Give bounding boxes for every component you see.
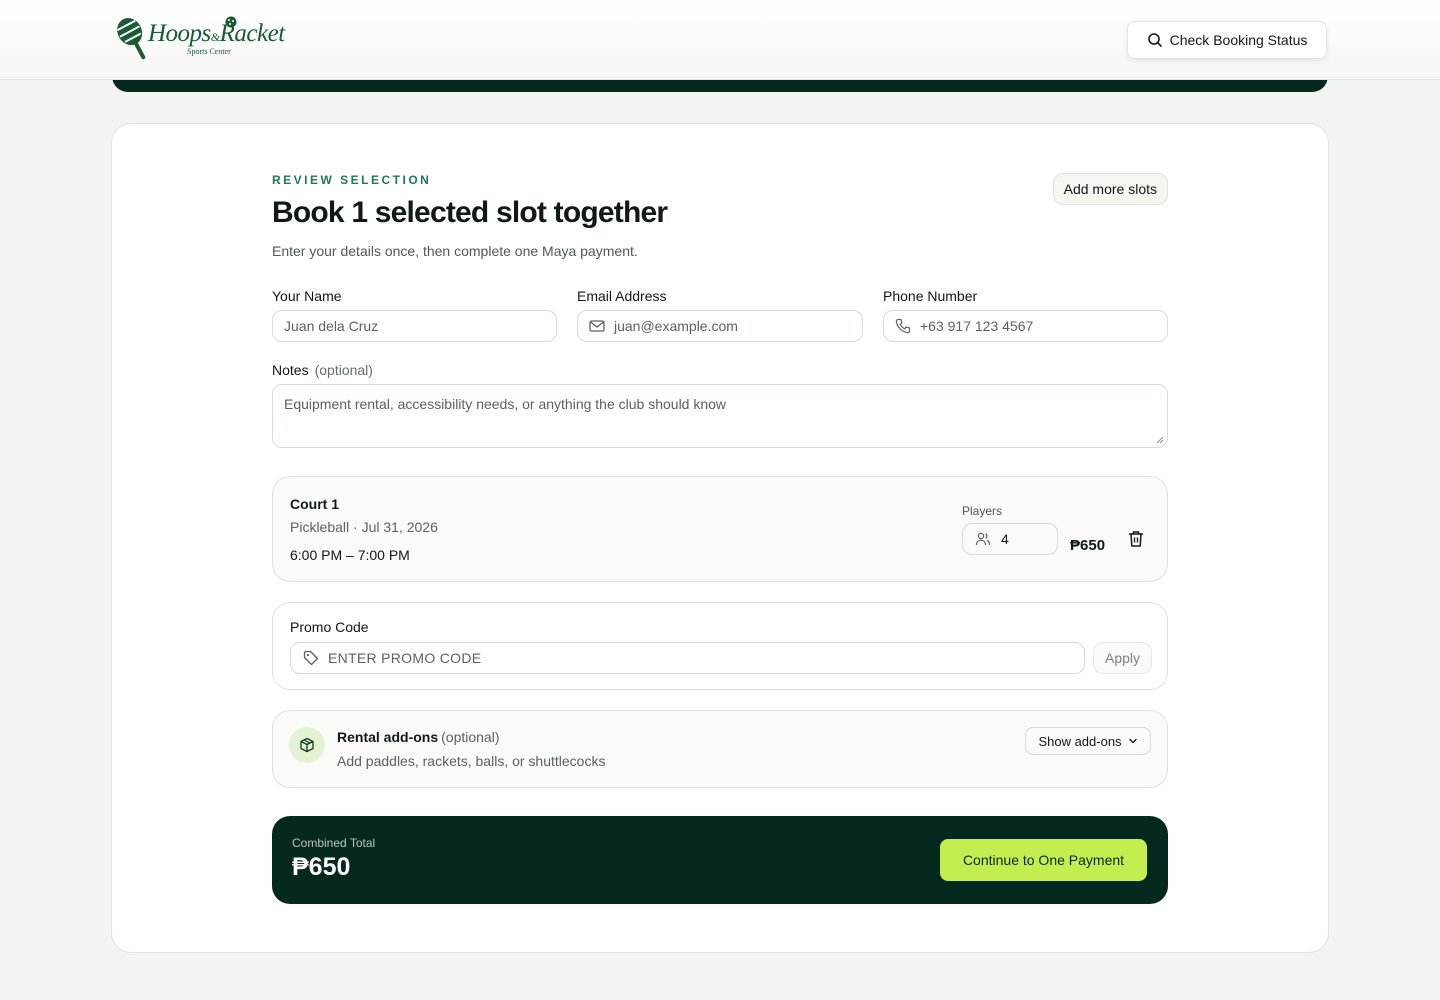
- court-name: Court 1: [290, 496, 339, 512]
- email-field[interactable]: juan@example.com: [577, 310, 863, 342]
- brand-name: Hoops&Racket: [148, 20, 285, 47]
- show-addons-label: Show add-ons: [1038, 733, 1122, 749]
- phone-icon: [895, 318, 911, 334]
- players-label: Players: [962, 504, 1003, 518]
- section-eyebrow: REVIEW SELECTION: [272, 173, 432, 187]
- combined-total-bar: Combined Total ₱650 Continue to One Paym…: [272, 816, 1168, 904]
- notes-textarea[interactable]: Equipment rental, accessibility needs, o…: [272, 384, 1168, 448]
- notes-label: Notes (optional): [272, 362, 373, 378]
- phone-label: Phone Number: [883, 288, 978, 304]
- add-more-slots-button[interactable]: Add more slots: [1052, 173, 1168, 205]
- slot-time: 6:00 PM – 7:00 PM: [290, 547, 410, 563]
- notes-label-text: Notes: [272, 362, 309, 378]
- promo-code-placeholder: ENTER PROMO CODE: [328, 650, 482, 666]
- page-subtitle: Enter your details once, then complete o…: [272, 243, 638, 259]
- mail-icon: [589, 320, 605, 332]
- selected-slot-card: Court 1 Pickleball · Jul 31, 2026 6:00 P…: [272, 476, 1168, 582]
- slot-sport-date: Pickleball · Jul 31, 2026: [290, 519, 438, 535]
- top-header: Hoops&Racket Sports Center Check Booking…: [0, 0, 1440, 80]
- package-icon: [300, 737, 314, 753]
- trash-icon[interactable]: [1128, 530, 1144, 548]
- combined-total-value: ₱650: [292, 853, 351, 881]
- phone-placeholder: +63 917 123 4567: [920, 318, 1034, 334]
- promo-code-card: Promo Code ENTER PROMO CODE Apply: [272, 602, 1168, 690]
- addons-icon-badge: [289, 727, 325, 763]
- addons-title: Rental add-ons (optional): [337, 729, 500, 745]
- chevron-down-icon: [1128, 738, 1137, 744]
- addons-optional-hint: (optional): [441, 729, 500, 745]
- users-icon: [975, 532, 991, 546]
- name-field[interactable]: Juan dela Cruz: [272, 310, 557, 342]
- notes-placeholder: Equipment rental, accessibility needs, o…: [284, 396, 727, 412]
- email-label: Email Address: [577, 288, 667, 304]
- promo-code-input[interactable]: ENTER PROMO CODE: [290, 642, 1085, 674]
- check-booking-status-label: Check Booking Status: [1169, 32, 1308, 48]
- continue-to-payment-button[interactable]: Continue to One Payment: [940, 839, 1147, 881]
- show-addons-button[interactable]: Show add-ons: [1025, 727, 1151, 755]
- promo-code-label: Promo Code: [290, 619, 369, 635]
- players-input[interactable]: 4: [962, 523, 1058, 555]
- addons-title-text: Rental add-ons: [337, 729, 439, 745]
- notes-optional-hint: (optional): [314, 362, 373, 378]
- booking-form-content: REVIEW SELECTION Book 1 selected slot to…: [272, 124, 1168, 952]
- players-value: 4: [1001, 531, 1009, 547]
- brand-tagline: Sports Center: [187, 47, 231, 56]
- search-icon: [1147, 33, 1162, 47]
- ball-icon: [225, 16, 237, 28]
- apply-promo-button[interactable]: Apply: [1093, 642, 1152, 674]
- rental-addons-card: Rental add-ons (optional) Add paddles, ra…: [272, 710, 1168, 788]
- name-placeholder: Juan dela Cruz: [284, 318, 379, 334]
- slot-price: ₱650: [1070, 537, 1106, 554]
- brand-logo[interactable]: Hoops&Racket Sports Center: [114, 14, 285, 68]
- check-booking-status-button[interactable]: Check Booking Status: [1127, 21, 1327, 59]
- page-title: Book 1 selected slot together: [272, 196, 668, 229]
- email-placeholder: juan@example.com: [614, 318, 738, 334]
- booking-review-card: REVIEW SELECTION Book 1 selected slot to…: [111, 123, 1329, 953]
- phone-field[interactable]: +63 917 123 4567: [883, 310, 1168, 342]
- combined-total-label: Combined Total: [292, 836, 376, 850]
- addons-description: Add paddles, rackets, balls, or shuttlec…: [337, 753, 606, 769]
- resize-handle-icon[interactable]: [1156, 436, 1164, 444]
- tag-icon: [303, 650, 319, 666]
- name-label: Your Name: [272, 288, 342, 304]
